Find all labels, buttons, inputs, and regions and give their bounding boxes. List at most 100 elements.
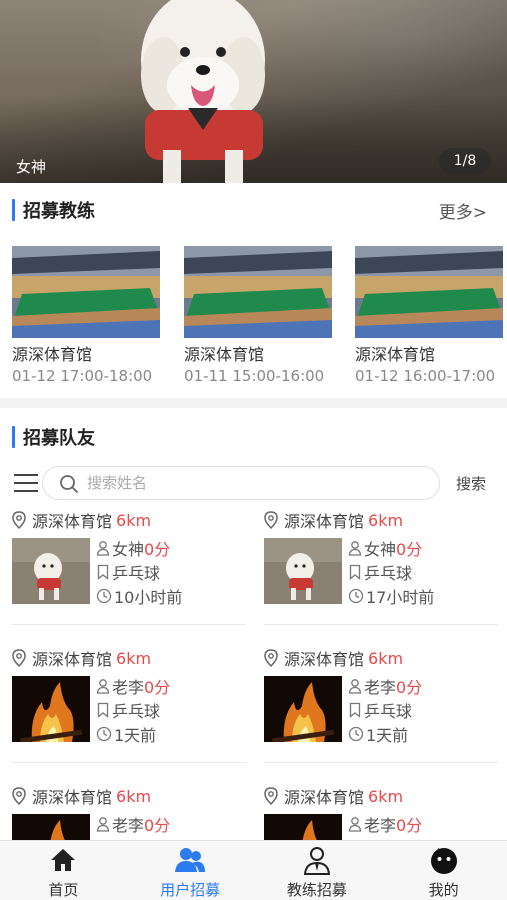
coach-list: 源深体育馆 01-12 17:00-18:00 源深体育馆 01-11 15:0… xyxy=(0,246,507,386)
profile-icon xyxy=(430,848,457,874)
location-row: 源深体育馆 6km xyxy=(12,646,151,670)
coach-venue: 源深体育馆 xyxy=(355,345,436,364)
home-icon xyxy=(51,849,76,871)
user-row: 老李 0分 xyxy=(348,812,498,836)
more-coaches-link[interactable]: 更多> xyxy=(439,198,487,223)
coach-icon xyxy=(303,847,330,875)
user-name: 女神 xyxy=(112,540,145,559)
user-score: 0分 xyxy=(396,540,423,559)
stadium-photo xyxy=(184,246,332,338)
user-name: 老李 xyxy=(364,678,397,697)
menu-icon[interactable] xyxy=(14,472,38,494)
coach-time: 01-11 15:00-16:00 xyxy=(184,367,325,385)
tab-profile[interactable]: 我的 xyxy=(380,841,507,900)
tab-coach-recruit[interactable]: 教练招募 xyxy=(254,841,381,900)
sport-name: 乒乓球 xyxy=(364,564,413,583)
distance: 6km xyxy=(368,648,404,668)
location-pin-icon xyxy=(12,649,26,667)
location-pin-icon xyxy=(264,511,278,529)
banner-carousel[interactable]: 女神 1/8 xyxy=(0,0,507,183)
venue-name: 源深体育馆 xyxy=(284,512,365,531)
search-box xyxy=(42,466,440,500)
location-pin-icon xyxy=(12,787,26,805)
team-section-title: 招募队友 xyxy=(23,428,95,449)
tab-label: 教练招募 xyxy=(286,881,347,899)
user-row: 老李 0分 xyxy=(348,674,498,698)
bookmark-icon xyxy=(349,564,361,580)
teammate-card[interactable]: 源深体育馆 6km 女神 0分 乒乓球 10小时前 xyxy=(12,508,246,638)
location-row: 源深体育馆 6km xyxy=(12,784,151,808)
section-accent-bar xyxy=(12,426,15,448)
search-button[interactable]: 搜索 xyxy=(456,473,486,494)
search-input[interactable] xyxy=(87,471,417,495)
section-accent-bar xyxy=(12,199,15,221)
coach-venue: 源深体育馆 xyxy=(12,345,93,364)
sport-row: 乒乓球 xyxy=(348,560,498,584)
card-divider xyxy=(264,762,498,763)
tab-label: 首页 xyxy=(48,881,79,899)
user-photo xyxy=(12,538,90,604)
venue-name: 源深体育馆 xyxy=(32,650,113,669)
distance: 6km xyxy=(116,648,152,668)
time-row: 1天前 xyxy=(348,722,498,746)
venue-name: 源深体育馆 xyxy=(32,512,113,531)
location-pin-icon xyxy=(264,649,278,667)
time-row: 10小时前 xyxy=(96,584,246,608)
coach-card[interactable]: 源深体育馆 01-12 17:00-18:00 xyxy=(12,246,160,385)
clock-icon xyxy=(348,588,364,604)
person-icon xyxy=(96,679,110,694)
tab-label: 用户招募 xyxy=(160,881,221,899)
venue-name: 源深体育馆 xyxy=(284,650,365,669)
post-time: 17小时前 xyxy=(366,588,435,607)
user-photo xyxy=(264,538,342,604)
person-icon xyxy=(348,679,362,694)
post-time: 1天前 xyxy=(114,726,157,745)
user-row: 女神 0分 xyxy=(96,536,246,560)
sport-row: 乒乓球 xyxy=(96,698,246,722)
distance: 6km xyxy=(116,786,152,806)
coach-section-title: 招募教练 xyxy=(23,201,95,222)
sport-row: 乒乓球 xyxy=(348,698,498,722)
distance: 6km xyxy=(368,786,404,806)
sport-name: 乒乓球 xyxy=(112,702,161,721)
distance: 6km xyxy=(368,510,404,530)
post-time: 1天前 xyxy=(366,726,409,745)
teammate-card[interactable]: 源深体育馆 6km 女神 0分 乒乓球 17小时前 xyxy=(264,508,498,638)
card-divider xyxy=(12,624,246,625)
tab-user-recruit[interactable]: 用户招募 xyxy=(127,841,254,900)
time-row: 17小时前 xyxy=(348,584,498,608)
teammate-card[interactable]: 源深体育馆 6km 老李 0分 乒乓球 1天前 xyxy=(264,646,498,776)
teammate-card[interactable]: 源深体育馆 6km 老李 0分乒乓球 1天前 xyxy=(12,646,246,776)
user-photo xyxy=(264,676,342,742)
clock-icon xyxy=(348,726,364,742)
coach-card[interactable]: 源深体育馆 01-12 16:00-17:00 xyxy=(355,246,503,385)
person-icon xyxy=(348,541,362,556)
user-name: 老李 xyxy=(364,816,397,835)
sport-row: 乒乓球 xyxy=(96,560,246,584)
users-icon xyxy=(175,848,206,872)
coach-venue: 源深体育馆 xyxy=(184,345,265,364)
banner-page-indicator: 1/8 xyxy=(439,148,491,174)
stadium-photo xyxy=(355,246,503,338)
location-row: 源深体育馆 6km xyxy=(264,784,403,808)
location-row: 源深体育馆 6km xyxy=(264,646,403,670)
user-score: 0分 xyxy=(396,678,423,697)
sport-name: 乒乓球 xyxy=(112,564,161,583)
bookmark-icon xyxy=(97,702,109,718)
location-row: 源深体育馆 6km xyxy=(264,508,403,532)
stadium-photo xyxy=(12,246,160,338)
clock-icon xyxy=(96,588,112,604)
bookmark-icon xyxy=(349,702,361,718)
venue-name: 源深体育馆 xyxy=(284,788,365,807)
banner-caption: 女神 xyxy=(16,158,47,176)
person-icon xyxy=(96,541,110,556)
section-divider xyxy=(0,398,507,408)
bottom-tab-bar: 首页 用户招募 教练招募 我的 xyxy=(0,840,507,900)
person-icon xyxy=(96,817,110,832)
user-photo xyxy=(12,676,90,742)
coach-card[interactable]: 源深体育馆 01-11 15:00-16:00 xyxy=(184,246,332,385)
user-row: 老李 0分 xyxy=(96,674,246,698)
user-score: 0分 xyxy=(144,816,171,835)
user-row: 老李 0分 xyxy=(96,812,246,836)
tab-home[interactable]: 首页 xyxy=(0,841,127,900)
